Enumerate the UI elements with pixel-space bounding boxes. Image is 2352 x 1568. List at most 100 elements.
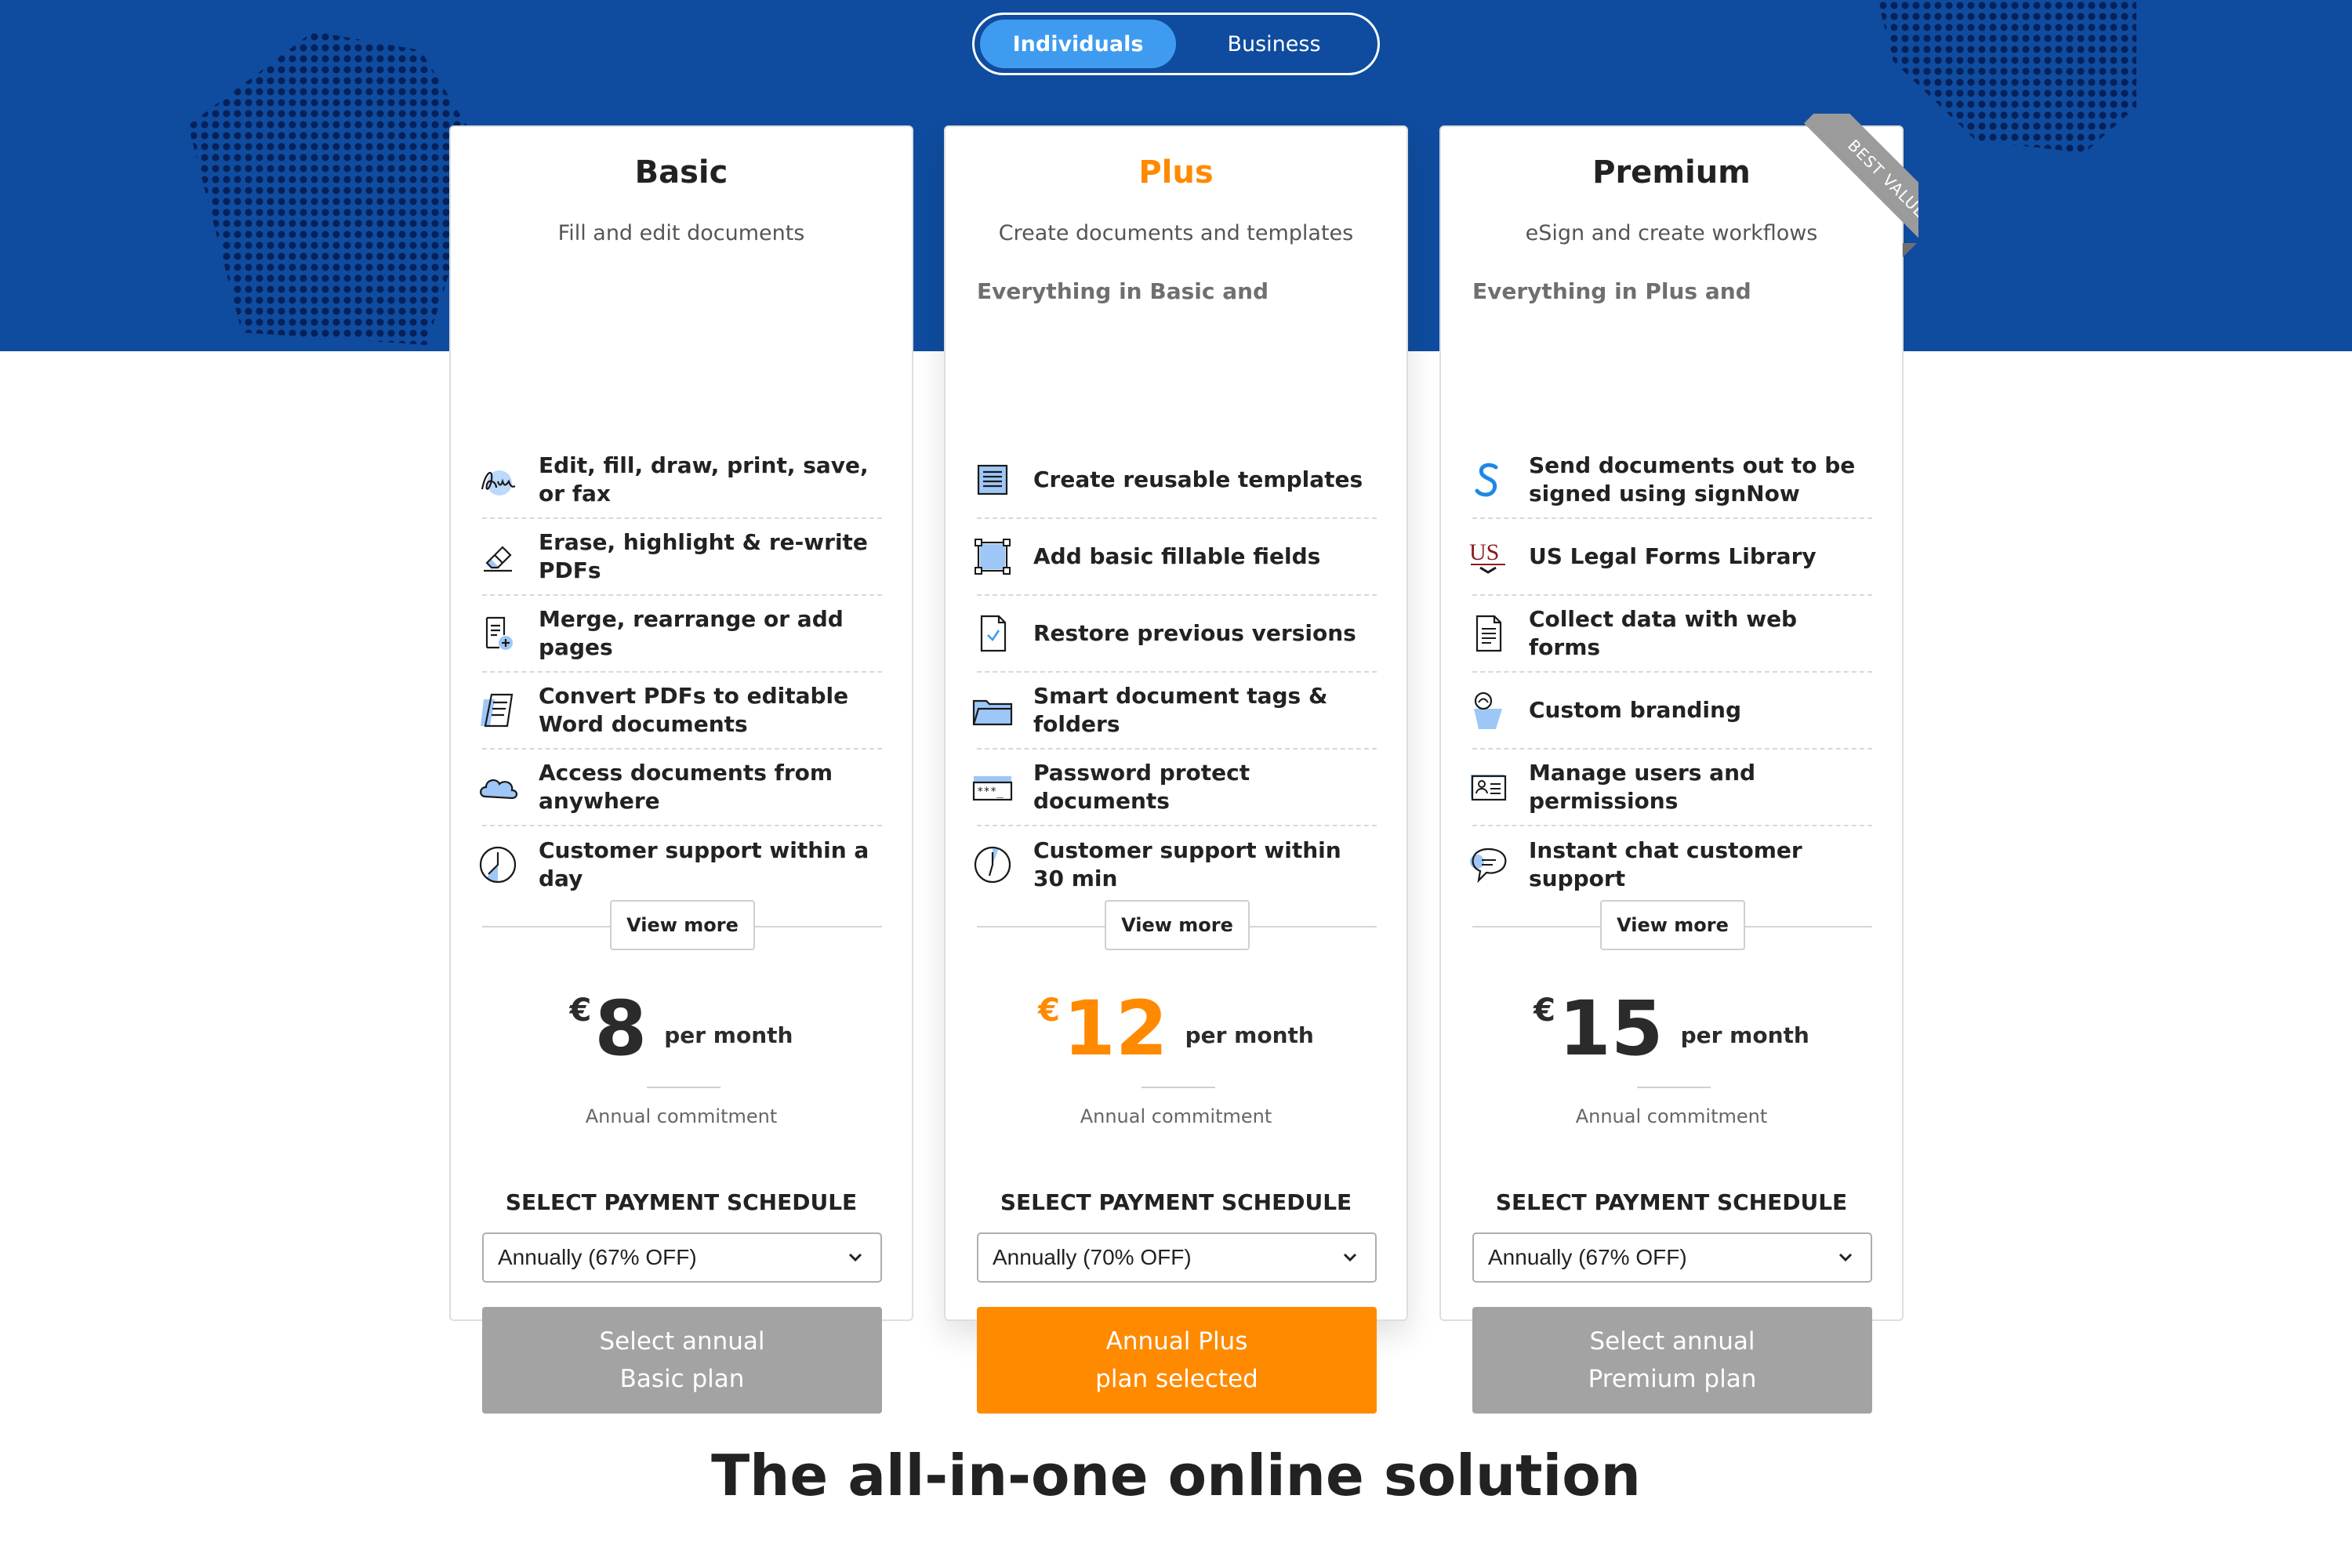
view-more-button[interactable]: View more xyxy=(1600,900,1745,950)
chevron-down-icon xyxy=(1339,1247,1361,1269)
signature-icon xyxy=(476,458,520,502)
clock-icon xyxy=(971,843,1014,887)
cloud-icon xyxy=(476,765,520,809)
select-plan-button[interactable]: Select annual Premium plan xyxy=(1472,1307,1872,1414)
feature-list: Create reusable templates Add basic fill… xyxy=(972,442,1377,903)
feature-label: Customer support within a day xyxy=(539,837,869,891)
feature-label: Add basic fillable fields xyxy=(1033,543,1321,569)
feature-item: Edit, fill, draw, print, save, or fax xyxy=(481,442,882,519)
divider xyxy=(647,1087,720,1088)
payment-schedule-label: SELECT PAYMENT SCHEDULE xyxy=(1000,1189,1352,1215)
feature-label: Send documents out to be signed using si… xyxy=(1529,452,1856,506)
payment-schedule-label: SELECT PAYMENT SCHEDULE xyxy=(1495,1189,1848,1215)
payment-schedule-select[interactable]: Annually (70% OFF) xyxy=(977,1232,1377,1283)
price-period: per month xyxy=(1185,1022,1314,1048)
feature-label: Access documents from anywhere xyxy=(539,760,833,814)
feature-label: Collect data with web forms xyxy=(1529,606,1798,660)
feature-label: Manage users and permissions xyxy=(1529,760,1756,814)
plan-includes-note: Everything in Basic and xyxy=(977,278,1269,304)
feature-label: Create reusable templates xyxy=(1033,466,1363,492)
restore-version-icon xyxy=(971,612,1014,655)
convert-doc-icon xyxy=(476,688,520,732)
cta-line: Select annual xyxy=(599,1327,765,1356)
feature-item: Customer support within 30 min xyxy=(974,826,1377,903)
toggle-individuals[interactable]: Individuals xyxy=(980,20,1176,68)
commitment-note: Annual commitment xyxy=(585,1105,778,1127)
feature-item: Create reusable templates xyxy=(977,442,1377,519)
feature-item: Collect data with web forms xyxy=(1472,596,1872,673)
price-period: per month xyxy=(1680,1022,1809,1048)
password-icon: ***_ xyxy=(971,765,1014,809)
feature-label: Merge, rearrange or add pages xyxy=(539,606,844,660)
ribbon-label: BEST VALUE xyxy=(1803,114,1918,259)
cta-line: Premium plan xyxy=(1588,1365,1757,1393)
plan-card-premium: Premium eSign and create workflows Every… xyxy=(1439,125,1904,1414)
feature-item: Manage users and permissions xyxy=(1471,750,1872,826)
divider xyxy=(1142,1087,1215,1088)
feature-item: ***_ Password protect documents xyxy=(972,750,1377,826)
divider xyxy=(1637,1087,1711,1088)
select-plan-button[interactable]: Select annual Basic plan xyxy=(482,1307,882,1414)
feature-list: Edit, fill, draw, print, save, or fax Er… xyxy=(479,442,882,903)
feature-item: Merge, rearrange or add pages xyxy=(482,596,882,673)
currency-symbol: € xyxy=(1534,993,1555,1029)
plan-title: Basic xyxy=(634,154,728,191)
select-plan-button[interactable]: Annual Plus plan selected xyxy=(977,1307,1377,1414)
currency-symbol: € xyxy=(569,993,592,1029)
payment-schedule-label: SELECT PAYMENT SCHEDULE xyxy=(505,1189,858,1215)
folder-icon xyxy=(971,688,1014,732)
users-permissions-icon xyxy=(1466,765,1510,809)
payment-schedule-select[interactable]: Annually (67% OFF) xyxy=(482,1232,882,1283)
view-more-button[interactable]: View more xyxy=(1105,900,1250,950)
chevron-down-icon xyxy=(844,1247,866,1269)
feature-list: Send documents out to be signed using si… xyxy=(1469,442,1872,903)
payment-schedule-select[interactable]: Annually (67% OFF) xyxy=(1472,1232,1872,1283)
chat-icon xyxy=(1466,843,1510,887)
template-icon xyxy=(971,458,1014,502)
web-form-icon xyxy=(1466,612,1510,655)
price-amount: 12 xyxy=(1062,985,1168,1073)
plan-title: Plus xyxy=(1138,154,1214,191)
feature-label: Erase, highlight & re-write PDFs xyxy=(539,529,868,583)
feature-item: Access documents from anywhere xyxy=(480,750,882,826)
best-value-ribbon: BEST VALUE xyxy=(1773,114,1918,259)
price: € 15 per month xyxy=(1441,989,1902,1068)
select-value: Annually (67% OFF) xyxy=(1488,1245,1687,1269)
commitment-note: Annual commitment xyxy=(1080,1105,1272,1127)
feature-item: US US Legal Forms Library xyxy=(1469,519,1872,596)
feature-label: Password protect documents xyxy=(1033,760,1250,814)
feature-item: Instant chat customer support xyxy=(1470,826,1872,903)
feature-label: Restore previous versions xyxy=(1033,620,1356,646)
plan-includes-note: Everything in Plus and xyxy=(1472,278,1751,304)
price-period: per month xyxy=(664,1022,793,1048)
feature-label: Custom branding xyxy=(1529,697,1741,723)
feature-label: US Legal Forms Library xyxy=(1529,543,1817,569)
plan-card-plus: Plus Create documents and templates Ever… xyxy=(944,125,1408,1414)
fillable-fields-icon xyxy=(971,535,1014,579)
signnow-icon xyxy=(1466,458,1510,502)
feature-item: Restore previous versions xyxy=(977,596,1377,673)
feature-item: Add basic fillable fields xyxy=(975,519,1377,596)
toggle-business[interactable]: Business xyxy=(1176,20,1372,68)
feature-label: Customer support within 30 min xyxy=(1033,837,1341,891)
plan-card-basic: Basic Fill and edit documents Edit, fill… xyxy=(449,125,913,1414)
add-page-icon xyxy=(476,612,520,655)
svg-text:US: US xyxy=(1469,539,1499,565)
view-more-button[interactable]: View more xyxy=(610,900,755,950)
chevron-down-icon xyxy=(1835,1247,1857,1269)
select-value: Annually (67% OFF) xyxy=(498,1245,697,1269)
cta-line: Annual Plus xyxy=(1105,1327,1248,1356)
select-value: Annually (70% OFF) xyxy=(993,1245,1192,1269)
feature-label: Smart document tags & folders xyxy=(1033,683,1328,737)
cta-line: Basic plan xyxy=(619,1365,745,1393)
us-legal-forms-icon: US xyxy=(1466,535,1510,579)
cta-line: Select annual xyxy=(1589,1327,1755,1356)
audience-toggle: Individuals Business xyxy=(972,13,1380,75)
price: € 12 per month xyxy=(946,989,1406,1068)
feature-item: Customer support within a day xyxy=(479,826,882,903)
cta-line: plan selected xyxy=(1095,1365,1258,1393)
feature-label: Convert PDFs to editable Word documents xyxy=(539,683,849,737)
feature-item: Erase, highlight & re-write PDFs xyxy=(482,519,882,596)
plan-subtitle: Fill and edit documents xyxy=(557,221,805,245)
feature-label: Edit, fill, draw, print, save, or fax xyxy=(539,452,869,506)
